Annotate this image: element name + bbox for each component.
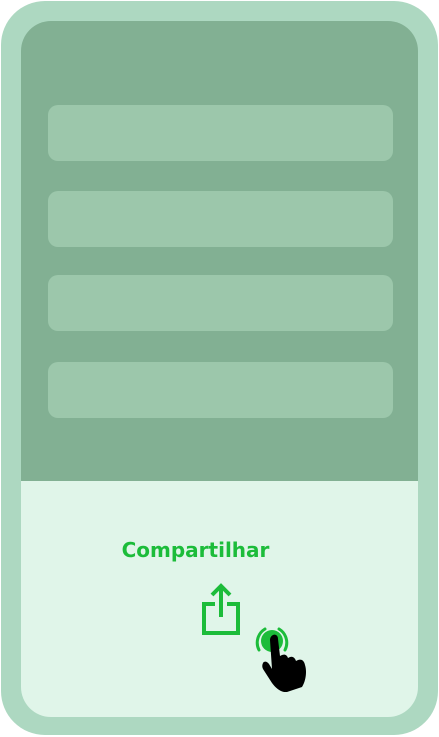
share-sheet: Compartilhar [21, 481, 418, 717]
placeholder-bar-4 [48, 362, 393, 418]
placeholder-bar-2 [48, 191, 393, 247]
share-label: Compartilhar [121, 538, 270, 562]
placeholder-bar-3 [48, 275, 393, 331]
phone-frame: Compartilhar [1, 1, 438, 735]
share-icon[interactable] [201, 582, 241, 636]
placeholder-bar-1 [48, 105, 393, 161]
phone-screen: Compartilhar [21, 21, 418, 717]
content-area [21, 21, 418, 481]
tap-gesture-icon [255, 627, 306, 692]
